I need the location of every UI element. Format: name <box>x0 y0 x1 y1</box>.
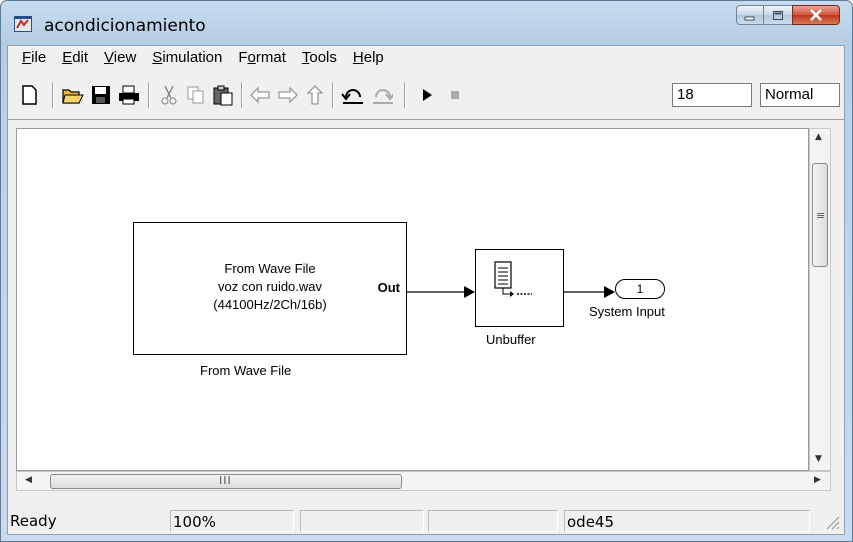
grip-icon: ≡ <box>816 209 826 222</box>
horizontal-scrollbar[interactable]: ◀ III ▶ <box>16 471 831 491</box>
menu-bar: File Edit View Simulation Format Tools H… <box>8 46 844 70</box>
status-text: Ready <box>10 512 57 530</box>
scroll-down-icon[interactable]: ▼ <box>815 454 822 464</box>
new-icon[interactable] <box>18 84 40 106</box>
scroll-left-icon[interactable]: ◀ <box>25 475 32 485</box>
wave-block-line2: voz con ruido.wav <box>217 279 323 294</box>
horizontal-scroll-thumb[interactable]: III <box>50 474 402 489</box>
paste-icon[interactable] <box>212 84 234 106</box>
copy-icon[interactable] <box>185 84 207 106</box>
unbuffer-icon <box>492 260 548 314</box>
vertical-scroll-thumb[interactable]: ≡ <box>812 163 828 267</box>
menu-file[interactable]: File <box>14 47 54 69</box>
menu-edit[interactable]: Edit <box>54 47 96 69</box>
scroll-right-icon[interactable]: ▶ <box>814 475 821 485</box>
solver-name: ode45 <box>564 510 810 532</box>
close-button[interactable] <box>792 5 840 25</box>
toolbar-separator <box>404 82 406 108</box>
status-cell-3 <box>300 510 424 532</box>
minimize-button[interactable] <box>736 5 764 25</box>
outport-block-name[interactable]: System Input <box>589 304 665 319</box>
start-icon[interactable] <box>416 84 438 106</box>
open-icon[interactable] <box>62 84 84 106</box>
menu-simulation[interactable]: Simulation <box>144 47 230 69</box>
up-icon[interactable] <box>304 84 326 106</box>
wave-out-port-label: Out <box>377 280 400 295</box>
window-title: acondicionamiento <box>44 16 206 36</box>
menu-view[interactable]: View <box>96 47 144 69</box>
wave-block-line1: From Wave File <box>224 261 316 276</box>
scroll-up-icon[interactable]: ▲ <box>815 132 822 142</box>
cut-icon[interactable] <box>158 84 180 106</box>
stop-time-field[interactable]: 18 <box>672 83 752 107</box>
back-icon[interactable] <box>249 84 271 106</box>
maximize-button[interactable] <box>764 5 792 25</box>
toolbar-separator <box>52 82 54 108</box>
menu-format[interactable]: Format <box>230 47 294 69</box>
simulink-app-icon <box>14 16 32 32</box>
toolbar-separator <box>241 82 243 108</box>
maximize-icon <box>772 6 784 25</box>
simulation-mode-select[interactable]: Normal <box>760 83 840 107</box>
model-canvas[interactable]: From Wave File voz con ruido.wav (44100H… <box>16 128 809 471</box>
status-bar: Ready 100% ode45 <box>8 508 844 534</box>
forward-icon[interactable] <box>277 84 299 106</box>
from-wave-file-block[interactable]: From Wave File voz con ruido.wav (44100H… <box>133 222 407 355</box>
menu-tools[interactable]: Tools <box>294 47 345 69</box>
simulink-window: acondicionamiento File Edit View Simulat… <box>0 0 853 542</box>
toolbar-separator <box>332 82 334 108</box>
unbuffer-block-name[interactable]: Unbuffer <box>486 332 536 347</box>
stop-icon[interactable] <box>444 84 466 106</box>
redo-icon[interactable] <box>371 84 393 106</box>
client-area: File Edit View Simulation Format Tools H… <box>7 45 845 535</box>
wave-block-line3: (44100Hz/2Ch/16b) <box>213 297 327 312</box>
unbuffer-block[interactable] <box>475 249 564 327</box>
minimize-icon <box>744 6 756 25</box>
toolbar-separator <box>148 82 150 108</box>
resize-grip-icon[interactable] <box>824 514 840 534</box>
menu-help[interactable]: Help <box>345 47 392 69</box>
vertical-scrollbar[interactable]: ▲ ≡ ▼ <box>809 128 831 471</box>
save-icon[interactable] <box>90 84 112 106</box>
grip-icon: III <box>219 474 232 487</box>
toolbar: 18 Normal <box>8 70 844 120</box>
print-icon[interactable] <box>118 84 140 106</box>
outport-block[interactable]: 1 <box>615 279 665 299</box>
wave-block-name[interactable]: From Wave File <box>200 363 291 378</box>
close-icon <box>809 6 823 25</box>
title-bar[interactable]: acondicionamiento <box>1 1 852 45</box>
undo-icon[interactable] <box>341 84 363 106</box>
status-cell-4 <box>428 510 558 532</box>
caption-buttons <box>736 5 840 27</box>
zoom-level: 100% <box>170 510 294 532</box>
